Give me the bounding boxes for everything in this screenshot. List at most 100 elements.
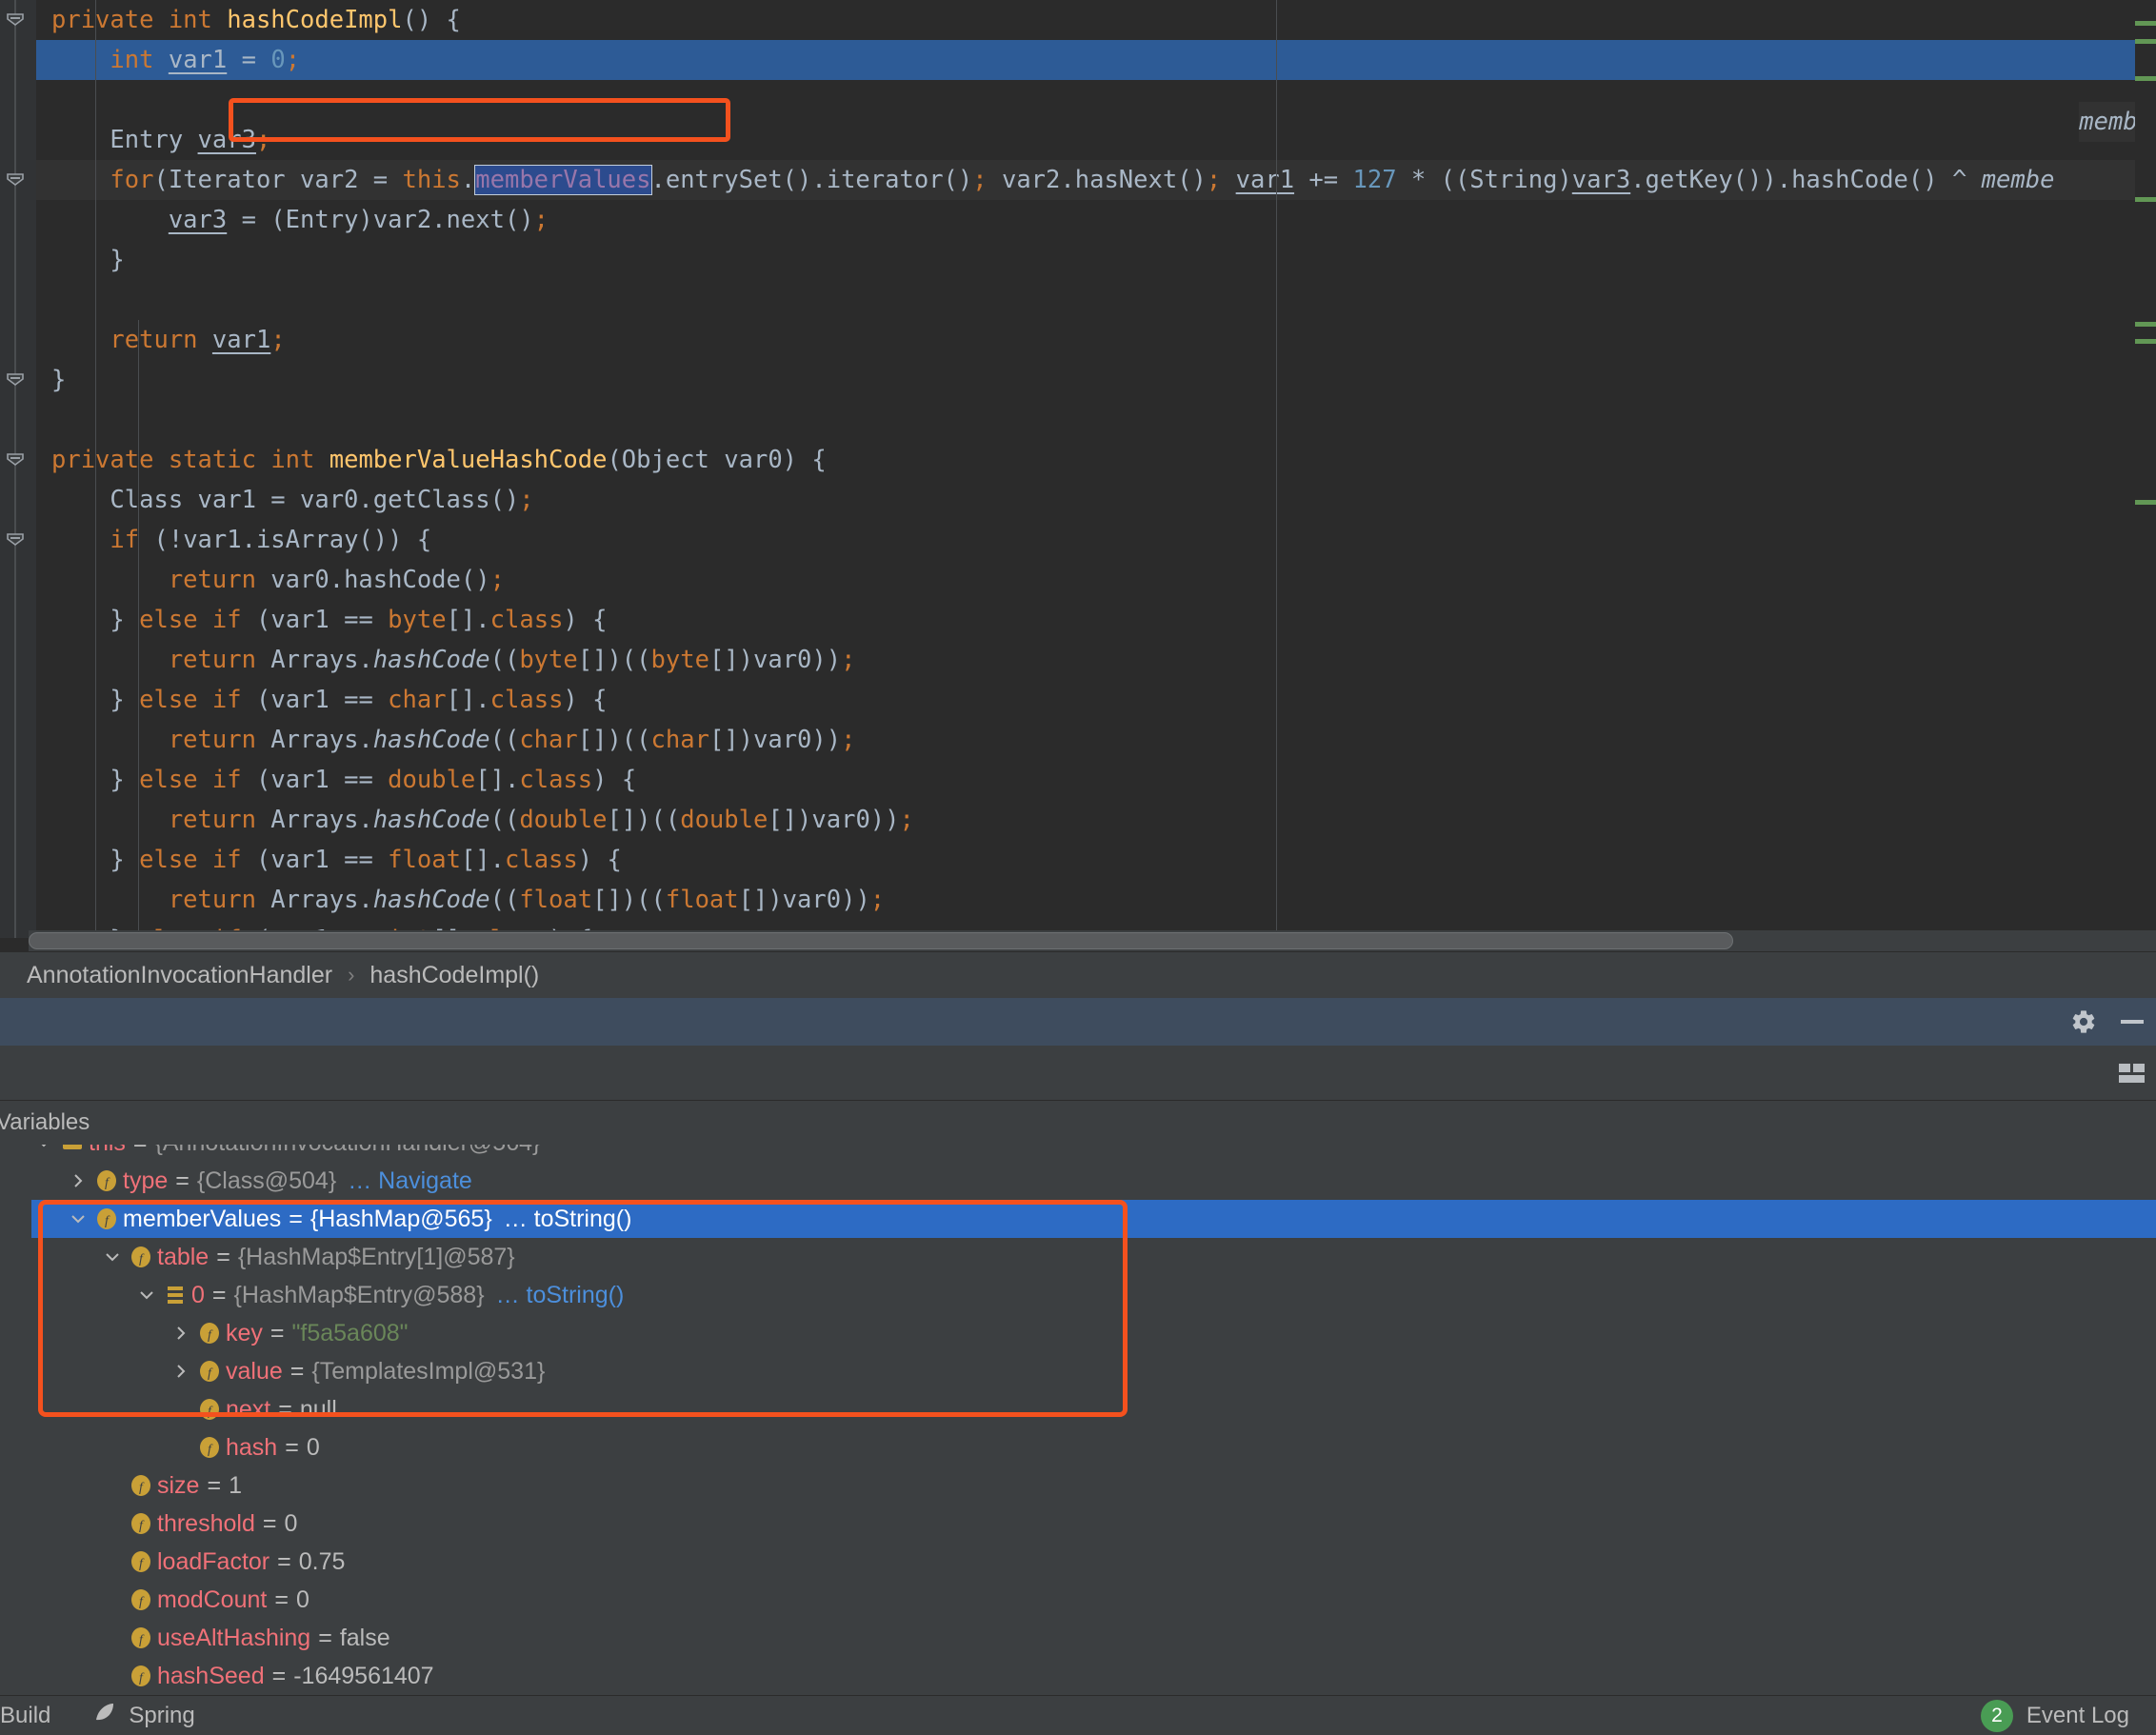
variable-value: "f5a5a608" bbox=[291, 1319, 409, 1346]
field-icon: f bbox=[125, 1549, 157, 1574]
variable-row[interactable]: f hash = 0 bbox=[31, 1428, 2156, 1466]
debugger-toolbar[interactable] bbox=[0, 998, 2156, 1046]
variable-row[interactable]: f value = {TemplatesImpl@531} bbox=[31, 1352, 2156, 1390]
chevron-right-icon[interactable] bbox=[169, 1363, 193, 1380]
variable-row[interactable]: 0 = {HashMap$Entry@588} … toString() bbox=[31, 1276, 2156, 1314]
variable-value: {TemplatesImpl@531} bbox=[311, 1357, 546, 1385]
vcs-change-marker[interactable] bbox=[2135, 21, 2156, 26]
field-icon: f bbox=[193, 1435, 226, 1460]
variable-row[interactable]: f size = 1 bbox=[31, 1466, 2156, 1505]
breadcrumb[interactable]: AnnotationInvocationHandler › hashCodeIm… bbox=[0, 952, 2156, 998]
code-line[interactable] bbox=[36, 80, 2156, 120]
status-spring-item[interactable]: Spring bbox=[92, 1701, 195, 1730]
status-bar[interactable]: Build Spring 2 Event Log bbox=[0, 1695, 2156, 1735]
minimize-icon[interactable] bbox=[2118, 1008, 2146, 1035]
field-icon: f bbox=[125, 1511, 157, 1536]
variable-action-link[interactable]: … toString() bbox=[504, 1206, 632, 1233]
chevron-down-icon[interactable] bbox=[134, 1286, 159, 1304]
status-spring-label: Spring bbox=[129, 1702, 195, 1728]
variable-row[interactable]: f key = "f5a5a608" bbox=[31, 1314, 2156, 1352]
code-line[interactable]: if (!var1.isArray()) { bbox=[36, 520, 2156, 560]
gear-icon[interactable] bbox=[2070, 1008, 2097, 1035]
layout-settings-icon[interactable] bbox=[2116, 1059, 2148, 1087]
code-line[interactable]: } bbox=[36, 240, 2156, 280]
code-fold-icon[interactable] bbox=[5, 372, 30, 387]
vcs-change-marker[interactable] bbox=[2135, 500, 2156, 505]
vcs-change-marker[interactable] bbox=[2135, 76, 2156, 81]
chevron-down-icon[interactable] bbox=[100, 1248, 125, 1266]
variable-name: table bbox=[157, 1243, 210, 1270]
code-line[interactable]: return Arrays.hashCode((char[])((char[])… bbox=[36, 720, 2156, 760]
vcs-change-marker[interactable] bbox=[2135, 197, 2156, 202]
code-line[interactable] bbox=[36, 280, 2156, 320]
vcs-change-marker[interactable] bbox=[2135, 322, 2156, 327]
vcs-change-marker[interactable] bbox=[2135, 339, 2156, 344]
status-build-label[interactable]: Build bbox=[0, 1703, 50, 1729]
variable-action-link[interactable]: … toString() bbox=[496, 1282, 625, 1309]
frame-icon bbox=[56, 1145, 89, 1153]
code-line[interactable]: return Arrays.hashCode((double[])((doubl… bbox=[36, 800, 2156, 840]
variable-name: 0 bbox=[191, 1281, 205, 1308]
variable-value: {Class@504} bbox=[196, 1167, 337, 1194]
code-line[interactable]: } bbox=[36, 360, 2156, 400]
code-line[interactable]: return Arrays.hashCode((byte[])((byte[])… bbox=[36, 640, 2156, 680]
variable-action-link[interactable]: … Navigate bbox=[348, 1167, 472, 1195]
code-line[interactable]: Entry var3; bbox=[36, 120, 2156, 160]
equals-sign: = bbox=[285, 1433, 299, 1461]
chevron-down-icon[interactable] bbox=[66, 1210, 90, 1227]
breadcrumb-method[interactable]: hashCodeImpl() bbox=[369, 962, 539, 989]
editor-hscrollbar-thumb[interactable] bbox=[29, 932, 1733, 949]
editor-gutter[interactable] bbox=[0, 0, 36, 938]
leaf-icon bbox=[92, 1701, 117, 1730]
code-fold-icon[interactable] bbox=[5, 532, 30, 547]
variables-tree[interactable]: this={AnnotationInvocationHandler@564}ft… bbox=[31, 1145, 2156, 1695]
variable-row[interactable]: f next = null bbox=[31, 1390, 2156, 1428]
vcs-change-marker[interactable] bbox=[2135, 39, 2156, 44]
field-icon: f bbox=[193, 1321, 226, 1346]
code-editor[interactable]: private int hashCodeImpl() { int var1 = … bbox=[0, 0, 2156, 938]
chevron-right-icon[interactable] bbox=[169, 1325, 193, 1342]
code-line[interactable]: Class var1 = var0.getClass(); bbox=[36, 480, 2156, 520]
variable-row[interactable]: f modCount = 0 bbox=[31, 1581, 2156, 1619]
chevron-right-icon[interactable] bbox=[66, 1172, 90, 1189]
code-line[interactable]: for(Iterator var2 = this.memberValues.en… bbox=[36, 160, 2156, 200]
variable-row[interactable]: f hashSeed = -1649561407 bbox=[31, 1657, 2156, 1695]
code-line[interactable]: return Arrays.hashCode((float[])((float[… bbox=[36, 880, 2156, 920]
code-line[interactable]: int var1 = 0; bbox=[36, 40, 2156, 80]
chevron-down-icon[interactable] bbox=[31, 1145, 56, 1151]
variables-panel[interactable]: this={AnnotationInvocationHandler@564}ft… bbox=[0, 1145, 2156, 1695]
code-line[interactable]: private static int memberValueHashCode(O… bbox=[36, 440, 2156, 480]
field-icon: f bbox=[193, 1359, 226, 1384]
code-line[interactable]: } else if (var1 == double[].class) { bbox=[36, 760, 2156, 800]
indent-guide bbox=[95, 0, 96, 938]
code-line[interactable]: } else if (var1 == char[].class) { bbox=[36, 680, 2156, 720]
code-line[interactable]: var3 = (Entry)var2.next(); bbox=[36, 200, 2156, 240]
variable-row[interactable]: f table = {HashMap$Entry[1]@587} bbox=[31, 1238, 2156, 1276]
editor-marker-strip[interactable] bbox=[2135, 0, 2156, 928]
variable-row-selected[interactable]: f memberValues = {HashMap@565} … toString() bbox=[31, 1200, 2156, 1238]
code-line[interactable]: } else if (var1 == float[].class) { bbox=[36, 840, 2156, 880]
variable-row[interactable]: f loadFactor = 0.75 bbox=[31, 1543, 2156, 1581]
variable-value: 0 bbox=[284, 1509, 298, 1537]
idea-window: private int hashCodeImpl() { int var1 = … bbox=[0, 0, 2156, 1735]
code-fold-icon[interactable] bbox=[5, 452, 30, 467]
code-fold-icon[interactable] bbox=[5, 12, 30, 27]
variable-row[interactable]: f useAltHashing = false bbox=[31, 1619, 2156, 1657]
status-event-log-label[interactable]: Event Log bbox=[2026, 1703, 2129, 1729]
code-line[interactable]: } else if (var1 == byte[].class) { bbox=[36, 600, 2156, 640]
equals-sign: = bbox=[133, 1145, 148, 1157]
code-line[interactable]: return var1; bbox=[36, 320, 2156, 360]
debugger-view-toolbar[interactable] bbox=[0, 1046, 2156, 1101]
code-line[interactable] bbox=[36, 400, 2156, 440]
editor-hscrollbar[interactable] bbox=[29, 930, 2156, 951]
code-fold-icon[interactable] bbox=[5, 172, 30, 187]
variable-row[interactable]: f threshold = 0 bbox=[31, 1505, 2156, 1543]
variable-row[interactable]: this = {AnnotationInvocationHandler@564} bbox=[31, 1145, 2156, 1162]
code-line[interactable]: private int hashCodeImpl() { bbox=[36, 0, 2156, 40]
code-lines[interactable]: private int hashCodeImpl() { int var1 = … bbox=[36, 0, 2156, 938]
code-line[interactable]: return var0.hashCode(); bbox=[36, 560, 2156, 600]
variable-row[interactable]: f type = {Class@504} … Navigate bbox=[31, 1162, 2156, 1200]
equals-sign: = bbox=[278, 1395, 292, 1423]
equals-sign: = bbox=[216, 1243, 230, 1270]
breadcrumb-class[interactable]: AnnotationInvocationHandler bbox=[27, 962, 332, 989]
